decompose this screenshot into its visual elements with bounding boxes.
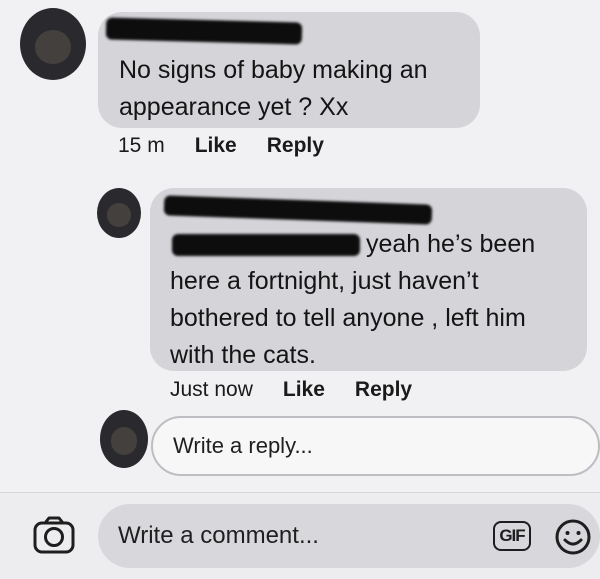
- smiley-icon[interactable]: [554, 518, 592, 556]
- reply-text-content: yeah he’s been here a fortnight, just ha…: [170, 230, 536, 369]
- reply-input[interactable]: Write a reply...: [151, 416, 600, 476]
- comment-text: No signs of baby making an appearance ye…: [119, 56, 428, 121]
- reply-meta: Just now Like Reply: [170, 378, 442, 402]
- reply-button[interactable]: Reply: [355, 378, 412, 402]
- reply-timestamp: Just now: [170, 378, 253, 401]
- comment-input-placeholder: Write a comment...: [118, 522, 319, 549]
- reply-button[interactable]: Reply: [267, 134, 324, 158]
- current-user-avatar: [100, 410, 148, 468]
- comment-bubble: No signs of baby making an appearance ye…: [98, 12, 480, 128]
- reply-text: yeah he’s been here a fortnight, just ha…: [170, 226, 575, 374]
- reply-bubble: yeah he’s been here a fortnight, just ha…: [150, 188, 587, 371]
- gif-button[interactable]: GIF: [493, 521, 531, 551]
- camera-icon[interactable]: [32, 515, 76, 555]
- replier-avatar[interactable]: [97, 188, 141, 238]
- comment-meta: 15 m Like Reply: [118, 134, 354, 158]
- like-button[interactable]: Like: [283, 378, 325, 402]
- reply-input-placeholder: Write a reply...: [173, 433, 313, 458]
- comment-timestamp: 15 m: [118, 134, 165, 157]
- like-button[interactable]: Like: [195, 134, 237, 158]
- redacted-author-name: [105, 17, 303, 45]
- redacted-author-name: [163, 195, 433, 225]
- commenter-avatar[interactable]: [20, 8, 86, 80]
